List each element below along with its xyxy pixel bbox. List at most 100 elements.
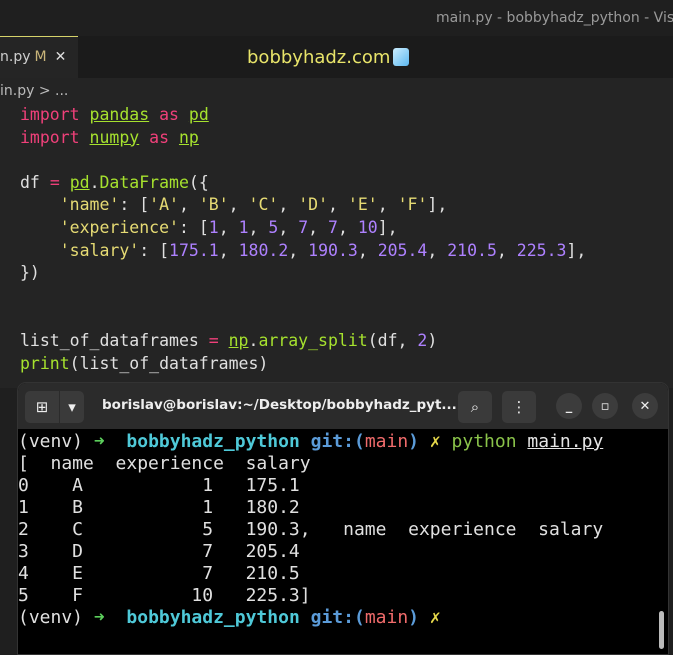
token: ➜: [93, 431, 105, 452]
token: : [: [178, 217, 209, 237]
tab-menu-button[interactable]: ▾: [60, 391, 84, 423]
code-editor[interactable]: in.py > ... import pandas as pd import nu…: [0, 78, 673, 388]
token: =: [49, 172, 60, 192]
terminal-window: ⊞ ▾ borislav@borislav:~/Desktop/bobbyhad…: [17, 382, 669, 655]
token: : [: [119, 195, 150, 215]
token: 'D': [298, 195, 329, 215]
code-line: import numpy as np: [20, 127, 586, 150]
code-line: import pandas as pd: [20, 104, 586, 127]
token: print: [20, 353, 70, 373]
code-line: df = pd.DataFrame({: [20, 172, 586, 195]
token: (list_of_dataframes): [69, 353, 269, 373]
token: 180.2: [238, 240, 289, 260]
token: import: [20, 105, 80, 124]
token: 175.1: [169, 240, 219, 260]
close-icon: ✕: [639, 398, 651, 414]
terminal-header: ⊞ ▾ borislav@borislav:~/Desktop/bobbyhad…: [18, 383, 668, 429]
token: main: [364, 431, 409, 452]
maximize-button[interactable]: ▫: [592, 393, 618, 419]
terminal-line: 3 D 7 205.4: [18, 541, 603, 563]
token: 1: [208, 217, 219, 237]
token: pandas: [89, 105, 150, 124]
token: main: [364, 607, 409, 628]
token: ,: [496, 240, 517, 260]
token: 'salary': [59, 240, 140, 260]
chevron-down-icon: ▾: [68, 398, 76, 416]
search-button[interactable]: ⌕: [458, 391, 492, 423]
token: ,: [357, 240, 378, 260]
token: ): [408, 607, 420, 628]
close-button[interactable]: ✕: [632, 393, 658, 419]
token: df: [20, 172, 50, 192]
code-line: 'salary': [175.1, 180.2, 190.3, 205.4, 2…: [20, 240, 587, 263]
token: }): [20, 263, 40, 283]
token: 5: [268, 217, 279, 237]
terminal-line: 1 B 1 180.2: [18, 497, 603, 519]
token: git:(: [310, 607, 365, 628]
token: as: [159, 105, 179, 124]
tab-bar: n.py M ✕ bobbyhadz.com: [0, 36, 673, 78]
code-content: import pandas as pd import numpy as np df…: [20, 104, 586, 375]
terminal-line: 5 F 10 225.3]: [18, 585, 603, 607]
token: 'C': [248, 195, 279, 215]
maximize-icon: ▫: [600, 398, 610, 414]
tab-main-py[interactable]: n.py M ✕: [0, 36, 78, 78]
terminal-line: [ name experience salary: [18, 453, 603, 475]
token: np: [228, 330, 249, 350]
token: =: [208, 330, 219, 350]
token: 225.3: [516, 240, 567, 260]
scrollbar[interactable]: [659, 611, 664, 649]
token: 'F': [397, 195, 428, 215]
token: DataFrame: [99, 172, 189, 192]
token: .: [89, 172, 100, 192]
token: .: [248, 330, 259, 350]
token: ],: [566, 240, 587, 260]
terminal-line: 4 E 7 210.5: [18, 563, 603, 585]
code-line: }): [20, 262, 586, 285]
token: (venv): [18, 431, 94, 452]
token: 'A': [149, 195, 179, 215]
token: pd: [188, 105, 209, 124]
new-tab-button[interactable]: ⊞: [25, 391, 59, 423]
token: numpy: [89, 127, 140, 147]
token: ,: [178, 195, 199, 215]
terminal-title: borislav@borislav:~/Desktop/bobbyhadz_py…: [102, 397, 457, 413]
token: ✗: [429, 607, 441, 628]
cube-icon: [393, 48, 410, 66]
token: 10: [357, 217, 378, 237]
close-icon[interactable]: ✕: [55, 49, 67, 65]
token: 3 D 7 205.4: [18, 541, 300, 562]
title-bar: main.py - bobbyhadz_python - Visu: [0, 0, 673, 36]
token: array_split: [258, 330, 368, 350]
token: 0 A 1 175.1: [18, 475, 300, 496]
breadcrumb[interactable]: in.py > ...: [0, 83, 68, 99]
token: ): [408, 431, 420, 452]
token: 'E': [347, 195, 378, 215]
token: ,: [427, 240, 448, 260]
token: 210.5: [447, 240, 497, 260]
code-line: 'experience': [1, 1, 5, 7, 7, 10],: [20, 217, 586, 240]
brand-watermark: bobbyhadz.com: [247, 47, 410, 68]
minimize-button[interactable]: _: [556, 393, 582, 419]
token: 7: [328, 217, 338, 237]
brand-text: bobbyhadz.com: [247, 47, 391, 68]
token: ],: [427, 195, 448, 215]
token: python: [451, 431, 517, 452]
token: ,: [278, 217, 299, 237]
token: : [: [139, 240, 170, 260]
token: ,: [308, 217, 329, 237]
terminal-output[interactable]: (venv) ➜ bobbyhadz_python git:(main) ✗ p…: [18, 431, 603, 629]
token: 'experience': [59, 217, 179, 237]
menu-button[interactable]: ⋮: [502, 391, 536, 423]
